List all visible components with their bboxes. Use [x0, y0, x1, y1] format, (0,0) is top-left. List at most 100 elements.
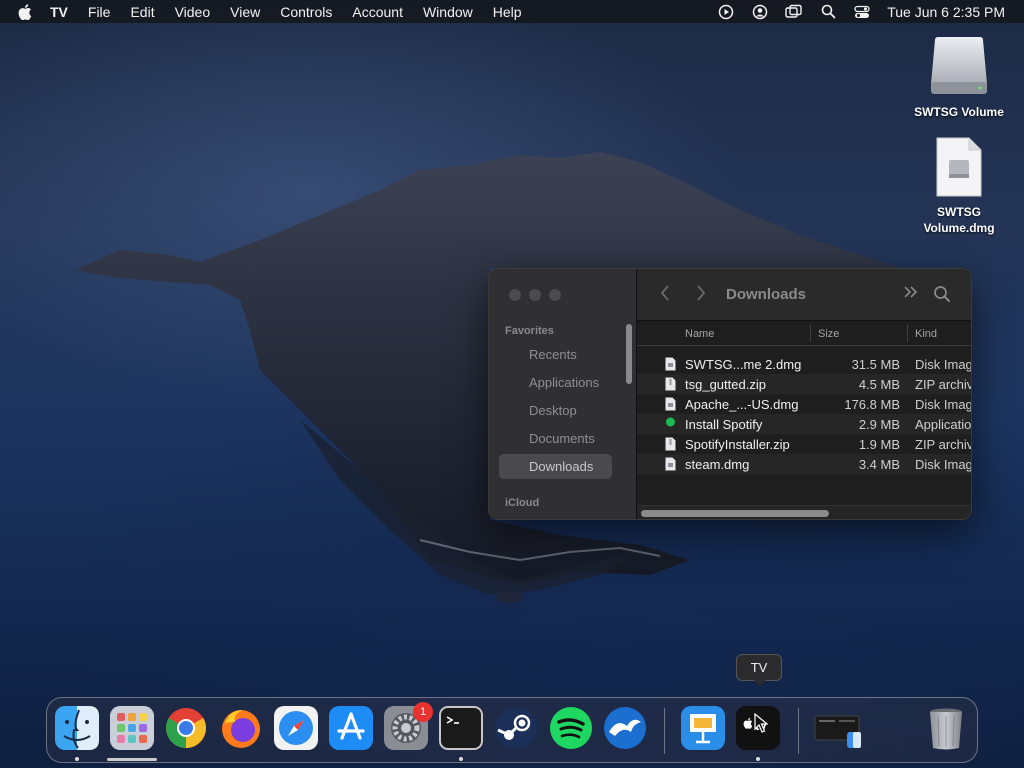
menu-account[interactable]: Account — [352, 4, 403, 20]
file-name: Install Spotify — [685, 417, 763, 432]
spotify-icon[interactable] — [549, 706, 593, 750]
menu-edit[interactable]: Edit — [130, 4, 154, 20]
sidebar-heading-favorites: Favorites — [505, 325, 554, 337]
search-icon[interactable] — [819, 3, 837, 21]
file-kind: ZIP archiv — [915, 377, 972, 392]
desktop-icon-swtsg-volume-dmg[interactable]: SWTSG Volume.dmg — [904, 136, 1014, 236]
file-name: steam.dmg — [685, 457, 750, 472]
file-kind: ZIP archiv — [915, 437, 972, 452]
spotify-app-icon — [665, 417, 676, 431]
menu-video[interactable]: Video — [175, 4, 211, 20]
file-size: 1.9 MB — [858, 437, 900, 452]
terminal-icon[interactable] — [439, 706, 483, 750]
file-name: Apache_...-US.dmg — [685, 397, 799, 412]
file-kind: Applicatio — [915, 417, 972, 432]
menu-controls[interactable]: Controls — [280, 4, 332, 20]
column-headers: Name Size Kind — [637, 321, 971, 346]
firefox-icon[interactable] — [219, 706, 263, 750]
app-store-icon[interactable] — [329, 706, 373, 750]
dmg-file-icon — [935, 136, 983, 198]
finder-sidebar: Favorites Recents Applications Desktop D… — [489, 269, 637, 519]
finder-toolbar: Downloads — [637, 269, 971, 321]
close-window-button[interactable] — [509, 289, 521, 301]
toolbar-overflow-icon[interactable] — [903, 285, 919, 303]
zoom-window-button[interactable] — [549, 289, 561, 301]
menu-view[interactable]: View — [230, 4, 260, 20]
dock: 1 tv — [46, 697, 978, 763]
sidebar-item-downloads[interactable]: Downloads — [499, 454, 612, 479]
file-row[interactable]: Apache_...-US.dmg 176.8 MB Disk Imag — [637, 394, 971, 414]
column-header-kind[interactable]: Kind — [915, 328, 937, 340]
sidebar-heading-icloud: iCloud — [505, 497, 540, 509]
column-header-name[interactable]: Name — [685, 328, 714, 340]
sidebar-item-recents[interactable]: Recents — [499, 342, 612, 367]
desktop-icon-label: SWTSG Volume.dmg — [923, 205, 995, 235]
file-name: SpotifyInstaller.zip — [685, 437, 790, 452]
finder-icon[interactable] — [55, 706, 99, 750]
zip-file-icon — [665, 377, 676, 391]
zip-file-icon — [665, 437, 676, 451]
minimize-window-button[interactable] — [529, 289, 541, 301]
notification-badge: 1 — [413, 702, 433, 722]
toolbar-search-icon[interactable] — [933, 285, 951, 308]
file-kind: Disk Imag — [915, 457, 972, 472]
menu-file[interactable]: File — [88, 4, 111, 20]
sidebar-scrollbar[interactable] — [626, 324, 632, 384]
file-name: SWTSG...me 2.dmg — [685, 357, 802, 372]
file-size: 176.8 MB — [844, 397, 900, 412]
menu-clock[interactable]: Tue Jun 6 2:35 PM — [887, 4, 1005, 20]
file-row[interactable]: SpotifyInstaller.zip 1.9 MB ZIP archiv — [637, 434, 972, 454]
running-indicator — [75, 757, 79, 761]
sidebar-item-documents[interactable]: Documents — [499, 426, 612, 451]
disk-image-icon — [665, 457, 676, 471]
file-name: tsg_gutted.zip — [685, 377, 766, 392]
downloads-stack-icon[interactable] — [813, 706, 865, 750]
forward-button[interactable] — [695, 284, 707, 307]
file-row[interactable]: SWTSG...me 2.dmg 31.5 MB Disk Imag — [637, 354, 972, 374]
desktop-icon-label: SWTSG Volume — [914, 105, 1004, 119]
menu-help[interactable]: Help — [493, 4, 522, 20]
column-divider[interactable] — [810, 325, 811, 342]
menu-bar: TV File Edit Video View Controls Account… — [0, 0, 1024, 23]
running-indicator — [756, 757, 760, 761]
finder-window: Favorites Recents Applications Desktop D… — [488, 268, 972, 520]
back-button[interactable] — [659, 284, 671, 307]
menu-app-name[interactable]: TV — [50, 4, 68, 20]
horizontal-scrollbar[interactable] — [637, 505, 971, 519]
disk-image-icon — [665, 357, 676, 371]
file-row[interactable]: Install Spotify 2.9 MB Applicatio — [637, 414, 972, 434]
chrome-icon[interactable] — [164, 706, 208, 750]
launchpad-icon[interactable] — [110, 706, 154, 750]
openoffice-icon[interactable] — [603, 706, 647, 750]
desktop-icon-swtsg-volume[interactable]: SWTSG Volume — [904, 36, 1014, 120]
scrollbar-thumb[interactable] — [641, 510, 829, 517]
screen-mirroring-icon[interactable] — [785, 3, 803, 21]
file-size: 31.5 MB — [851, 357, 900, 372]
column-divider[interactable] — [907, 325, 908, 342]
file-row[interactable]: tsg_gutted.zip 4.5 MB ZIP archiv — [637, 374, 972, 394]
apple-menu-icon[interactable] — [18, 3, 36, 20]
file-size: 3.4 MB — [858, 457, 900, 472]
file-row[interactable]: steam.dmg 3.4 MB Disk Imag — [637, 454, 972, 474]
user-circle-icon[interactable] — [751, 3, 769, 21]
sidebar-item-applications[interactable]: Applications — [499, 370, 612, 395]
control-center-icon[interactable] — [853, 3, 871, 21]
window-controls — [509, 289, 561, 301]
file-kind: Disk Imag — [915, 357, 972, 372]
column-header-size[interactable]: Size — [818, 328, 839, 340]
steam-icon[interactable] — [494, 706, 538, 750]
launchpad-progress-bar — [107, 758, 157, 761]
running-indicator — [459, 757, 463, 761]
dock-separator — [798, 708, 799, 754]
sidebar-item-desktop[interactable]: Desktop — [499, 398, 612, 423]
play-circle-icon[interactable] — [717, 3, 735, 21]
file-size: 2.9 MB — [858, 417, 900, 432]
file-size: 4.5 MB — [858, 377, 900, 392]
dock-tooltip: TV — [736, 654, 782, 687]
disk-image-icon — [665, 397, 676, 411]
safari-icon[interactable] — [274, 706, 318, 750]
trash-icon[interactable] — [924, 706, 968, 750]
keynote-icon[interactable] — [681, 706, 725, 750]
mouse-cursor-icon — [754, 713, 768, 733]
menu-window[interactable]: Window — [423, 4, 473, 20]
